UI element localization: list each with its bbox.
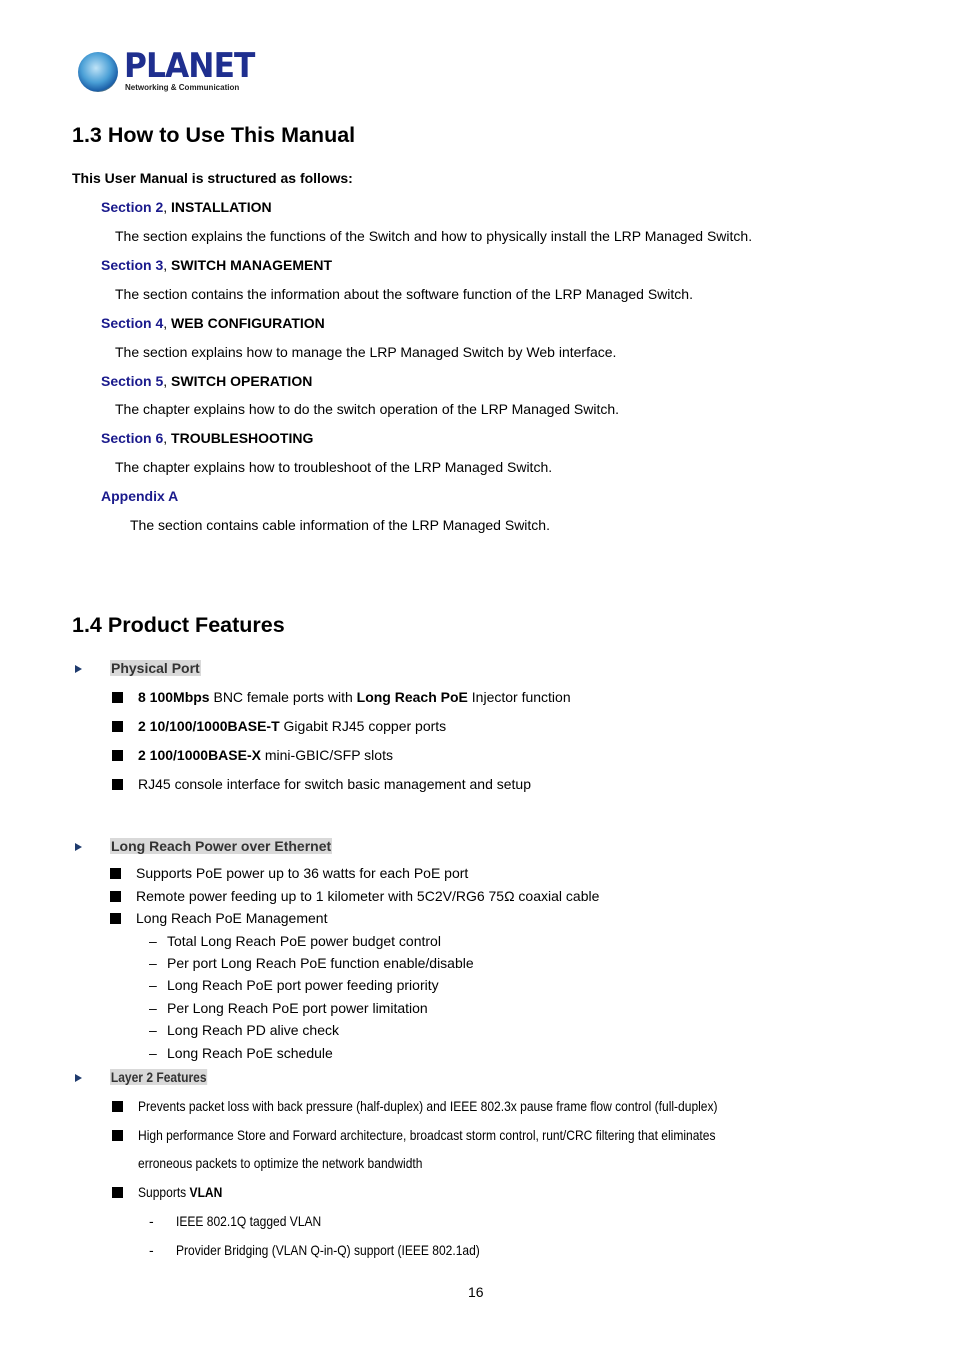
feature-subitem: Per port Long Reach PoE function enable/…: [167, 955, 474, 971]
feature-item: Remote power feeding up to 1 kilometer w…: [136, 888, 600, 904]
entry-title: Section 4, WEB CONFIGURATION: [101, 315, 325, 331]
entry-description: The chapter explains how to do the switc…: [115, 401, 620, 417]
square-bullet-icon: [112, 1187, 123, 1198]
entry-title: Section 2, INSTALLATION: [101, 199, 272, 215]
feature-subitem: Long Reach PD alive check: [167, 1022, 339, 1038]
logo-brand: PLANET: [124, 46, 255, 86]
feature-item-continuation: erroneous packets to optimize the networ…: [138, 1155, 423, 1171]
dash-bullet: –: [149, 1000, 157, 1016]
feature-subitem: Provider Bridging (VLAN Q-in-Q) support …: [176, 1242, 480, 1258]
square-bullet-icon: [112, 779, 123, 790]
section-link[interactable]: Section 6: [101, 430, 163, 446]
dash-bullet: –: [149, 1022, 157, 1038]
triangle-bullet-icon: [75, 665, 82, 673]
dash-bullet: –: [149, 1045, 157, 1061]
feature-item: Long Reach PoE Management: [136, 910, 328, 926]
entry-description: The section explains the functions of th…: [115, 228, 753, 244]
entry-description: The section contains cable information o…: [130, 517, 550, 533]
feature-group-title: Layer 2 Features: [110, 1069, 208, 1085]
entry-description: The section contains the information abo…: [115, 286, 693, 302]
feature-subitem: Long Reach PoE port power feeding priori…: [167, 977, 439, 993]
feature-subitem: Long Reach PoE schedule: [167, 1045, 333, 1061]
square-bullet-icon: [112, 692, 123, 703]
logo-tagline: Networking & Communication: [125, 83, 240, 92]
entry-description: The chapter explains how to troubleshoot…: [115, 459, 553, 475]
appendix-link[interactable]: Appendix A: [101, 488, 178, 504]
feature-item: Supports PoE power up to 36 watts for ea…: [136, 865, 469, 881]
section-heading-1-4: 1.4 Product Features: [72, 613, 285, 637]
feature-group-title: Long Reach Power over Ethernet: [110, 838, 333, 854]
planet-logo: PLANET Networking & Communication: [78, 46, 255, 98]
square-bullet-icon: [112, 750, 123, 761]
square-bullet-icon: [110, 891, 121, 902]
dash-bullet: –: [149, 955, 157, 971]
feature-subitem: IEEE 802.1Q tagged VLAN: [176, 1213, 322, 1229]
triangle-bullet-icon: [75, 1074, 82, 1082]
feature-item: 8 100Mbps BNC female ports with Long Rea…: [138, 689, 571, 705]
page-number: 16: [468, 1284, 484, 1300]
section-heading-1-3: 1.3 How to Use This Manual: [72, 123, 356, 147]
feature-item: 2 10/100/1000BASE-T Gigabit RJ45 copper …: [138, 718, 447, 734]
square-bullet-icon: [110, 913, 121, 924]
triangle-bullet-icon: [75, 843, 82, 851]
section-link[interactable]: Section 5: [101, 373, 163, 389]
entry-title: Appendix A: [101, 488, 178, 504]
entry-description: The section explains how to manage the L…: [115, 344, 617, 360]
square-bullet-icon: [112, 1101, 123, 1112]
feature-item: High performance Store and Forward archi…: [138, 1127, 716, 1143]
feature-group-title: Physical Port: [110, 660, 201, 676]
feature-item: Supports VLAN: [138, 1184, 223, 1200]
feature-item: 2 100/1000BASE-X mini-GBIC/SFP slots: [138, 747, 393, 763]
section-link[interactable]: Section 4: [101, 315, 163, 331]
dash-bullet: -: [149, 1242, 154, 1258]
section-link[interactable]: Section 3: [101, 257, 163, 273]
feature-subitem: Per Long Reach PoE port power limitation: [167, 1000, 428, 1016]
manual-intro: This User Manual is structured as follow…: [72, 170, 353, 186]
dash-bullet: -: [149, 1213, 154, 1229]
square-bullet-icon: [110, 868, 121, 879]
dash-bullet: –: [149, 977, 157, 993]
feature-item: Prevents packet loss with back pressure …: [138, 1098, 718, 1114]
square-bullet-icon: [112, 1130, 123, 1141]
feature-item: RJ45 console interface for switch basic …: [138, 776, 531, 792]
section-link[interactable]: Section 2: [101, 199, 163, 215]
entry-title: Section 5, SWITCH OPERATION: [101, 373, 313, 389]
square-bullet-icon: [112, 721, 123, 732]
dash-bullet: –: [149, 933, 157, 949]
globe-icon: [78, 52, 118, 92]
entry-title: Section 3, SWITCH MANAGEMENT: [101, 257, 333, 273]
entry-title: Section 6, TROUBLESHOOTING: [101, 430, 314, 446]
feature-subitem: Total Long Reach PoE power budget contro…: [167, 933, 441, 949]
